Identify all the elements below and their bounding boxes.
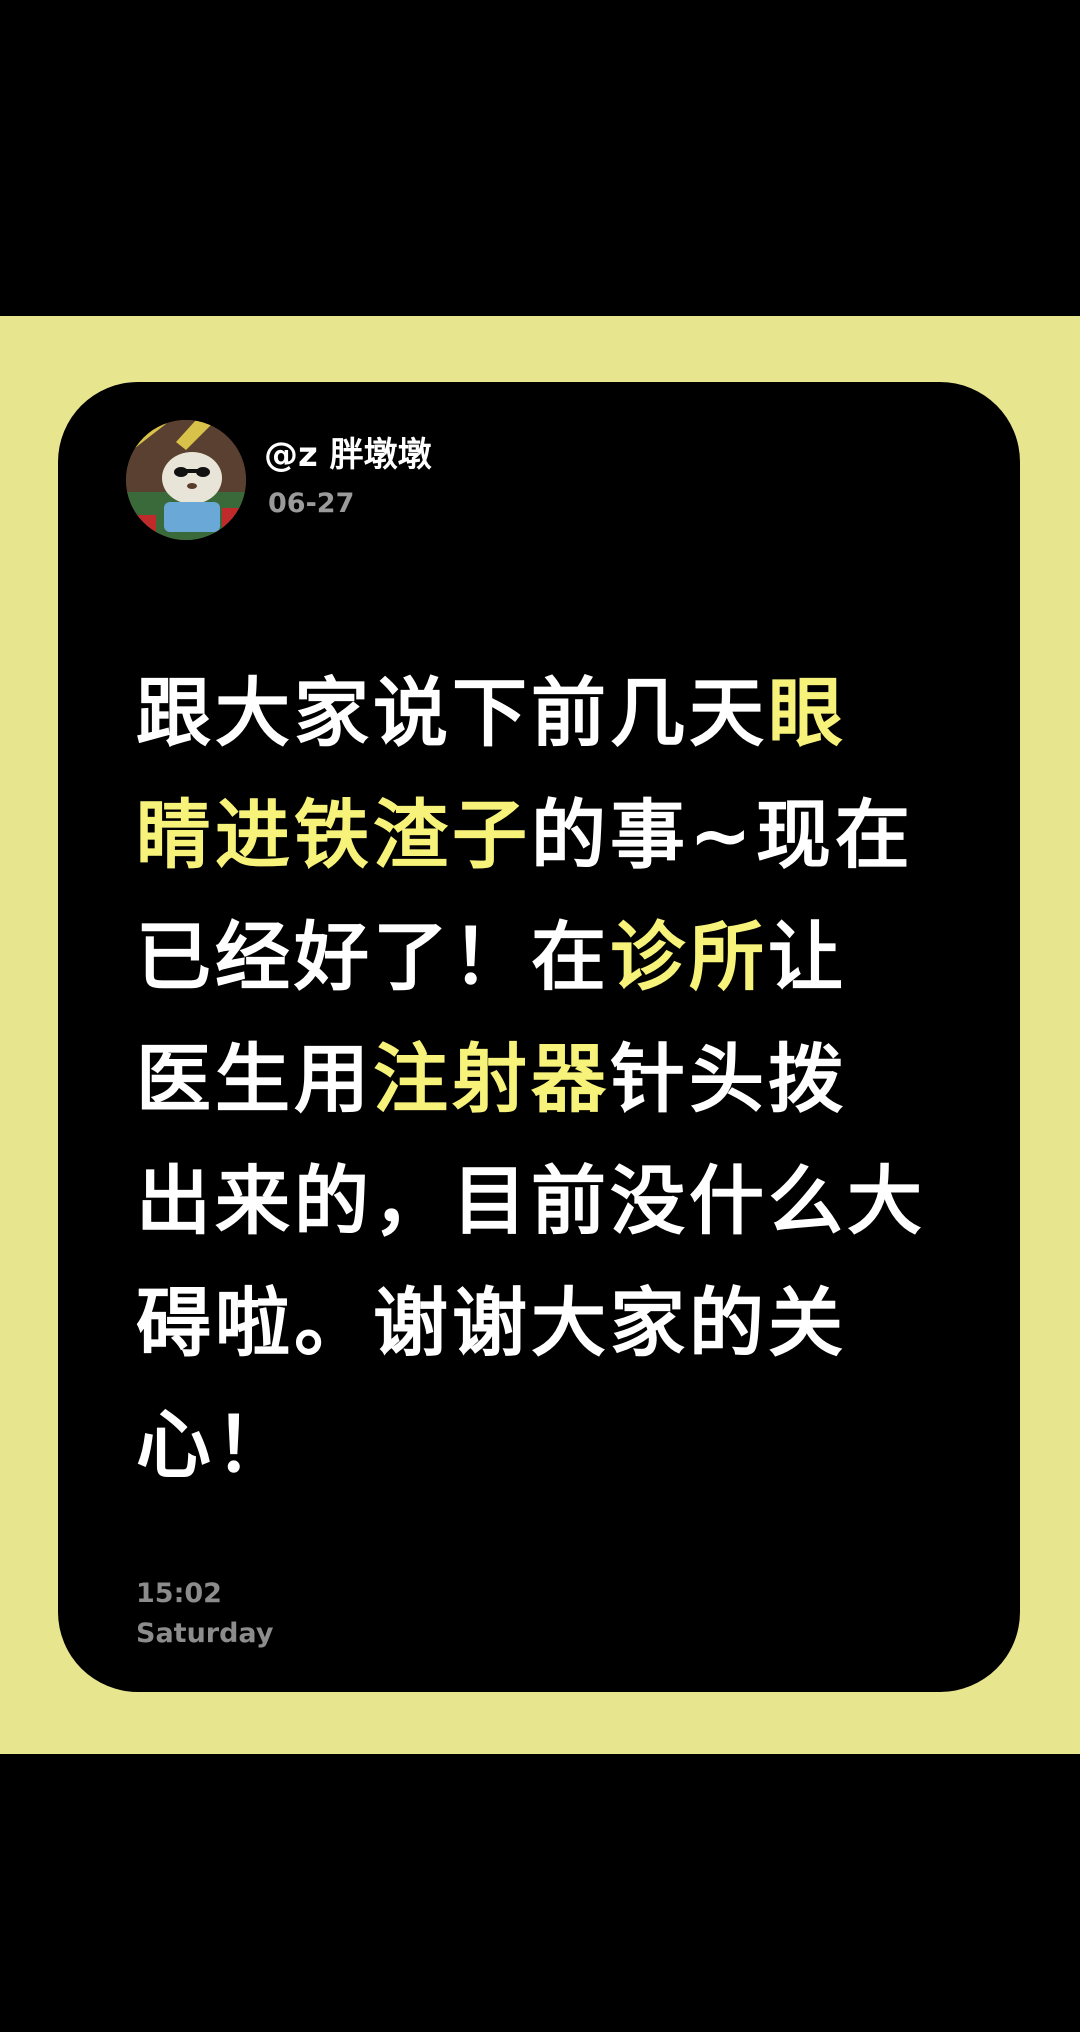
post-time: 15:02 bbox=[136, 1578, 222, 1609]
highlighted-text: 诊所 bbox=[610, 913, 769, 1001]
post-weekday: Saturday bbox=[136, 1618, 274, 1649]
post-card: @z 胖墩墩 06-27 跟大家说下前几天眼睛进铁渣子的事~现在已经好了！在诊所… bbox=[58, 382, 1020, 1692]
post-content: 跟大家说下前几天眼睛进铁渣子的事~现在已经好了！在诊所让医生用注射器针头拨出来的… bbox=[136, 652, 926, 1506]
post-date: 06-27 bbox=[268, 488, 355, 519]
content-text: 跟大家说下前几天 bbox=[136, 669, 769, 757]
highlighted-text: 注射器 bbox=[373, 1035, 611, 1123]
avatar[interactable] bbox=[126, 420, 246, 540]
screen: @z 胖墩墩 06-27 跟大家说下前几天眼睛进铁渣子的事~现在已经好了！在诊所… bbox=[0, 0, 1080, 2032]
avatar-image-icon bbox=[126, 420, 246, 540]
username[interactable]: @z 胖墩墩 bbox=[264, 427, 432, 476]
